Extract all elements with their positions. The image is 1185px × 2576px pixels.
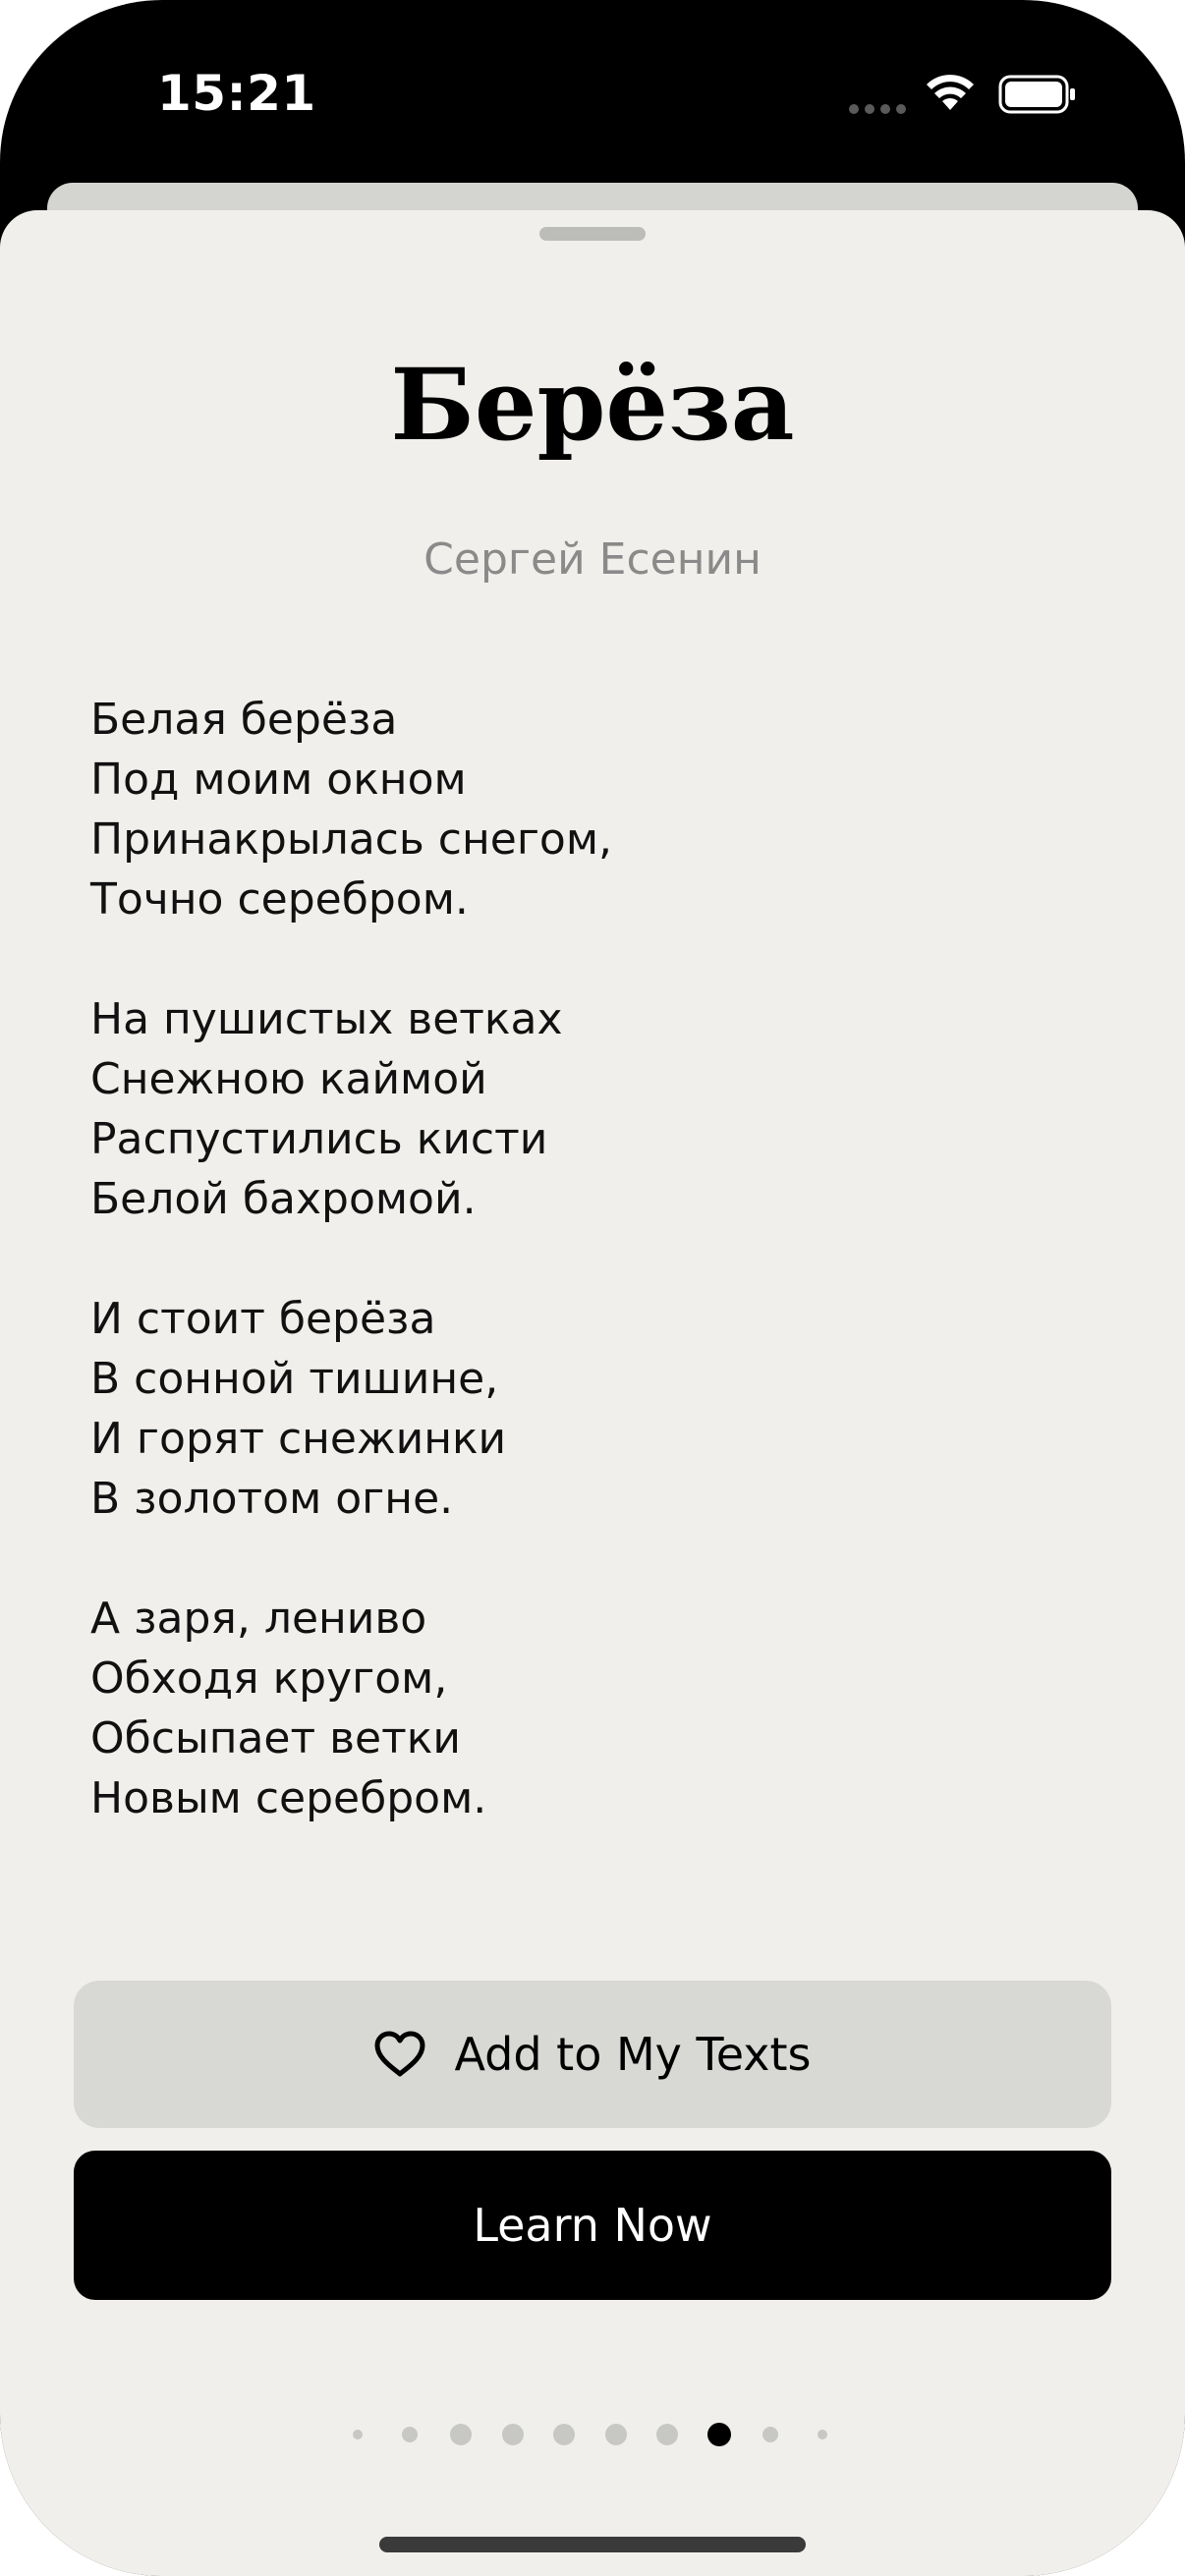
poem-body: Белая берёза Под моим окном Принакрылась с… (90, 690, 1093, 1888)
learn-now-label: Learn Now (473, 2199, 712, 2252)
poem-line: Распустились кисти (90, 1114, 548, 1164)
page-dot[interactable] (604, 2424, 627, 2445)
poem-line: Снежною каймой (90, 1054, 487, 1104)
page-indicator[interactable] (0, 2415, 1185, 2454)
status-time: 15:21 (157, 65, 316, 122)
page-dot[interactable] (401, 2427, 418, 2442)
poem-line: А заря, лениво (90, 1594, 427, 1644)
poem-line: Под моим окном (90, 755, 467, 805)
add-to-my-texts-label: Add to My Texts (454, 2028, 812, 2081)
page-dot[interactable] (450, 2424, 472, 2445)
heart-outline-icon (374, 2031, 425, 2077)
learn-now-button[interactable]: Learn Now (74, 2151, 1111, 2300)
poem-line: Белой бахромой. (90, 1174, 477, 1224)
poem-title: Берёза (390, 347, 795, 463)
page-dot[interactable] (501, 2424, 524, 2445)
poem-line: И горят снежинки (90, 1414, 507, 1464)
page-dot[interactable] (656, 2424, 678, 2445)
home-indicator[interactable] (379, 2537, 806, 2552)
battery-icon (998, 75, 1075, 114)
page-dot[interactable] (353, 2430, 363, 2439)
poem-stanza: Белая берёза Под моим окном Принакрылась с… (90, 690, 1093, 929)
page-dot[interactable] (553, 2424, 575, 2445)
poem-line: Белая берёза (90, 695, 398, 745)
poem-line: Точно серебром. (90, 874, 469, 924)
poem-line: Обходя кругом, (90, 1653, 448, 1704)
page-dot-active[interactable] (706, 2423, 731, 2446)
wifi-icon (927, 75, 974, 110)
poem-line: И стоит берёза (90, 1294, 436, 1344)
page-dot[interactable] (762, 2427, 778, 2442)
phone-screen: 15:21 Берёза Сергей Есенин Белая берёза П… (0, 0, 1185, 2576)
add-to-my-texts-button[interactable]: Add to My Texts (74, 1981, 1111, 2128)
poem-stanza: И стоит берёза В сонной тишине, И горят сн… (90, 1289, 1093, 1529)
cellular-dots-icon (849, 104, 906, 114)
poem-stanza: На пушистых ветках Снежною каймой Распусти… (90, 989, 1093, 1229)
poem-line: В золотом огне. (90, 1474, 454, 1524)
status-bar: 15:21 (0, 0, 1185, 187)
sheet-grabber[interactable] (539, 227, 646, 241)
poem-author: Сергей Есенин (423, 534, 762, 585)
poem-sheet: Берёза Сергей Есенин Белая берёза Под мои… (0, 210, 1185, 2576)
poem-line: На пушистых ветках (90, 994, 563, 1044)
page-dot[interactable] (817, 2430, 827, 2439)
poem-stanza: А заря, лениво Обходя кругом, Обсыпает вет… (90, 1589, 1093, 1828)
poem-line: Новым серебром. (90, 1773, 487, 1823)
poem-line: Принакрылась снегом, (90, 814, 613, 865)
poem-line: Обсыпает ветки (90, 1713, 461, 1764)
poem-line: В сонной тишине, (90, 1354, 499, 1404)
